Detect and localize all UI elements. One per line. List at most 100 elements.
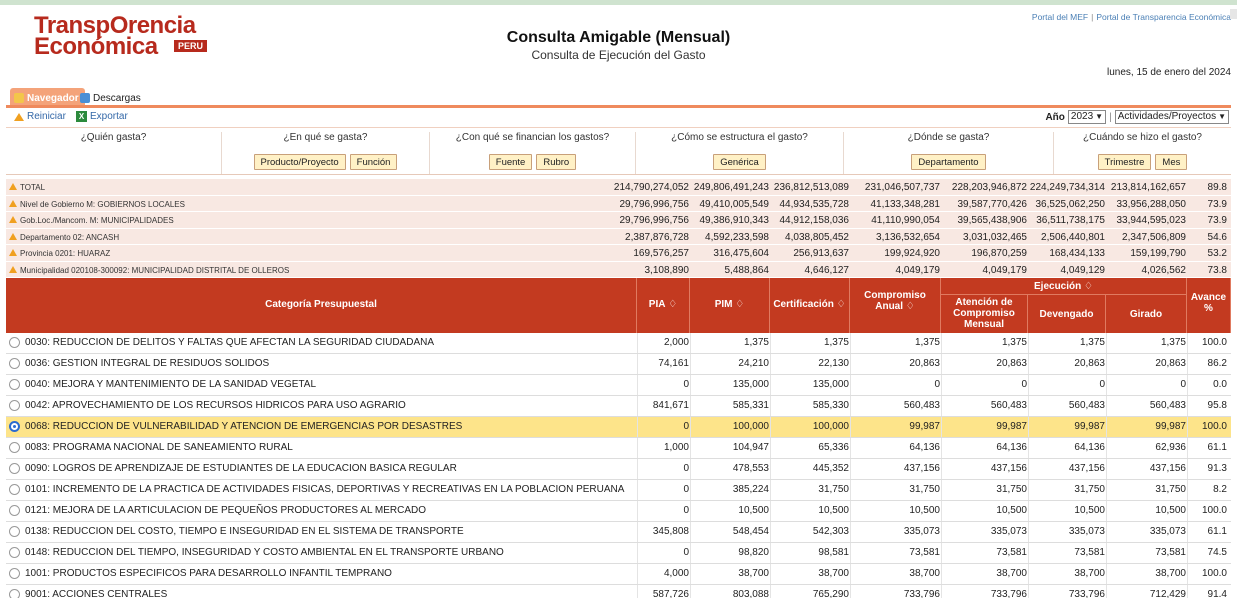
table-row[interactable]: 0068: REDUCCION DE VULNERABILIDAD Y ATEN… xyxy=(6,417,1231,438)
summary-row[interactable]: TOTAL 214,790,274,052 249,806,491,243 236,8… xyxy=(6,179,1231,196)
link-transparencia[interactable]: Portal de Transparencia Económica xyxy=(1096,12,1231,22)
header-pia[interactable]: PIA ♢ xyxy=(637,278,690,333)
column-divider xyxy=(850,480,851,500)
view-select[interactable]: Actividades/Proyectos ▼ xyxy=(1114,110,1229,124)
table-row[interactable]: 0040: MEJORA Y MANTENIMIENTO DE LA SANID… xyxy=(6,375,1231,396)
table-row[interactable]: 0121: MEJORA DE LA ARTICULACION DE PEQUE… xyxy=(6,501,1231,522)
reset-button[interactable]: Reiniciar xyxy=(14,111,66,122)
sort-pin-icon[interactable]: ♢ xyxy=(1081,281,1093,292)
column-divider xyxy=(770,333,771,353)
header-category[interactable]: Categoría Presupuestal xyxy=(6,278,637,333)
scrollbar[interactable] xyxy=(1230,9,1237,19)
dimension-button-trimestre[interactable]: Trimestre xyxy=(1097,154,1152,170)
cell-value: 733,796 xyxy=(903,589,940,598)
dimension-button-producto-proyecto[interactable]: Producto/Proyecto xyxy=(253,154,346,170)
tab-navegador[interactable]: Navegador xyxy=(10,88,85,105)
column-divider xyxy=(850,543,851,563)
link-mef[interactable]: Portal del MEF xyxy=(1032,12,1088,22)
cell-value: 10,500 xyxy=(909,505,940,516)
table-row[interactable]: 1001: PRODUCTOS ESPECIFICOS PARA DESARRO… xyxy=(6,564,1231,585)
cell-value: 95.8 xyxy=(1207,400,1227,411)
row-radio[interactable] xyxy=(9,463,20,474)
sort-pin-icon[interactable]: ♢ xyxy=(733,299,744,310)
row-radio[interactable] xyxy=(9,505,20,516)
column-divider xyxy=(941,375,942,395)
cell-value: 62,936 xyxy=(1155,442,1186,453)
cell-value: 61.1 xyxy=(1207,442,1227,453)
summary-value: 213,814,162,657 xyxy=(1110,182,1186,193)
dimension-button-rubro[interactable]: Rubro xyxy=(536,154,577,170)
header-ejecucion[interactable]: Ejecución ♢ xyxy=(941,278,1187,295)
summary-label: Gob.Loc./Mancom. M: MUNICIPALIDADES xyxy=(20,216,174,225)
cell-value: 10,500 xyxy=(738,505,769,516)
row-radio[interactable] xyxy=(9,442,20,453)
question-buttons: Genérica xyxy=(636,154,843,170)
row-radio[interactable] xyxy=(9,547,20,558)
table-row[interactable]: 9001: ACCIONES CENTRALES 587,726 803,088 76… xyxy=(6,585,1231,598)
cell-value: 335,073 xyxy=(1149,526,1186,537)
year-value: 2023 xyxy=(1070,111,1094,122)
header-avance[interactable]: Avance % xyxy=(1187,278,1231,333)
column-divider xyxy=(1028,501,1029,521)
table-row[interactable]: 0138: REDUCCION DEL COSTO, TIEMPO E INSE… xyxy=(6,522,1231,543)
table-row[interactable]: 0148: REDUCCION DEL TIEMPO, INSEGURIDAD … xyxy=(6,543,1231,564)
category-label: 0148: REDUCCION DEL TIEMPO, INSEGURIDAD … xyxy=(25,547,504,558)
table-row[interactable]: 0030: REDUCCION DE DELITOS Y FALTAS QUE … xyxy=(6,333,1231,354)
header-atencion[interactable]: Atención de Compromiso Mensual xyxy=(941,295,1028,333)
cell-value: 64,136 xyxy=(909,442,940,453)
question-label: ¿Cómo se estructura el gasto? xyxy=(671,132,808,143)
summary-row[interactable]: Municipalidad 020108-300092: MUNICIPALID… xyxy=(6,261,1231,278)
dimension-button-mes[interactable]: Mes xyxy=(1155,154,1188,170)
year-select[interactable]: 2023 ▼ xyxy=(1067,110,1107,124)
dimension-button-funci-n[interactable]: Función xyxy=(349,154,398,170)
column-divider xyxy=(637,564,638,584)
row-radio[interactable] xyxy=(9,526,20,537)
row-radio[interactable] xyxy=(9,379,20,390)
cell-value: 1,375 xyxy=(743,337,769,348)
row-radio[interactable] xyxy=(9,400,20,411)
column-divider xyxy=(850,438,851,458)
table-row[interactable]: 0090: LOGROS DE APRENDIZAJE DE ESTUDIANT… xyxy=(6,459,1231,480)
row-radio[interactable] xyxy=(9,421,20,432)
link-separator: | xyxy=(1091,12,1094,22)
tab-descargas[interactable]: Descargas xyxy=(76,88,147,105)
table-row[interactable]: 0042: APROVECHAMIENTO DE LOS RECURSOS HI… xyxy=(6,396,1231,417)
row-radio[interactable] xyxy=(9,358,20,369)
up-arrow-icon xyxy=(9,183,17,190)
sort-pin-icon[interactable]: ♢ xyxy=(903,301,915,312)
cell-value: 0 xyxy=(683,379,689,390)
export-button[interactable]: X Exportar xyxy=(76,111,128,122)
cell-value: 20,863 xyxy=(1074,358,1105,369)
cell-value: 99,987 xyxy=(1155,421,1186,432)
cell-value: 100,000 xyxy=(812,421,849,432)
header-pim[interactable]: PIM ♢ xyxy=(690,278,770,333)
table-row[interactable]: 0083: PROGRAMA NACIONAL DE SANEAMIENTO R… xyxy=(6,438,1231,459)
header-girado[interactable]: Girado xyxy=(1106,295,1187,333)
dimension-button-gen-rica[interactable]: Genérica xyxy=(713,154,766,170)
summary-row[interactable]: Departamento 02: ANCASH 2,387,876,728 4,59… xyxy=(6,228,1231,245)
column-divider xyxy=(770,417,771,437)
column-divider xyxy=(1187,438,1188,458)
sort-pin-icon[interactable]: ♢ xyxy=(665,299,677,310)
header-devengado[interactable]: Devengado xyxy=(1028,295,1106,333)
table-row[interactable]: 0101: INCREMENTO DE LA PRACTICA DE ACTIV… xyxy=(6,480,1231,501)
header-certificacion-label: Certificación xyxy=(773,299,834,310)
row-radio[interactable] xyxy=(9,484,20,495)
summary-row[interactable]: Provincia 0201: HUARAZ 169,576,257 316,475… xyxy=(6,245,1231,262)
summary-row[interactable]: Gob.Loc./Mancom. M: MUNICIPALIDADES 29,79… xyxy=(6,212,1231,229)
dimension-button-fuente[interactable]: Fuente xyxy=(488,154,533,170)
row-radio[interactable] xyxy=(9,589,20,598)
sort-pin-icon[interactable]: ♢ xyxy=(834,299,846,310)
summary-row[interactable]: Nivel de Gobierno M: GOBIERNOS LOCALES 29… xyxy=(6,195,1231,212)
cell-value: 8.2 xyxy=(1213,484,1227,495)
question-label: ¿Con qué se financian los gastos? xyxy=(455,132,610,143)
dimension-button-departamento[interactable]: Departamento xyxy=(911,154,986,170)
header-compromiso-anual[interactable]: Compromiso Anual ♢ xyxy=(850,278,941,333)
row-radio[interactable] xyxy=(9,568,20,579)
column-divider xyxy=(690,522,691,542)
row-radio[interactable] xyxy=(9,337,20,348)
column-divider xyxy=(1187,459,1188,479)
summary-value: 4,592,233,598 xyxy=(705,231,769,243)
header-certificacion[interactable]: Certificación ♢ xyxy=(770,278,850,333)
table-row[interactable]: 0036: GESTION INTEGRAL DE RESIDUOS SOLID… xyxy=(6,354,1231,375)
